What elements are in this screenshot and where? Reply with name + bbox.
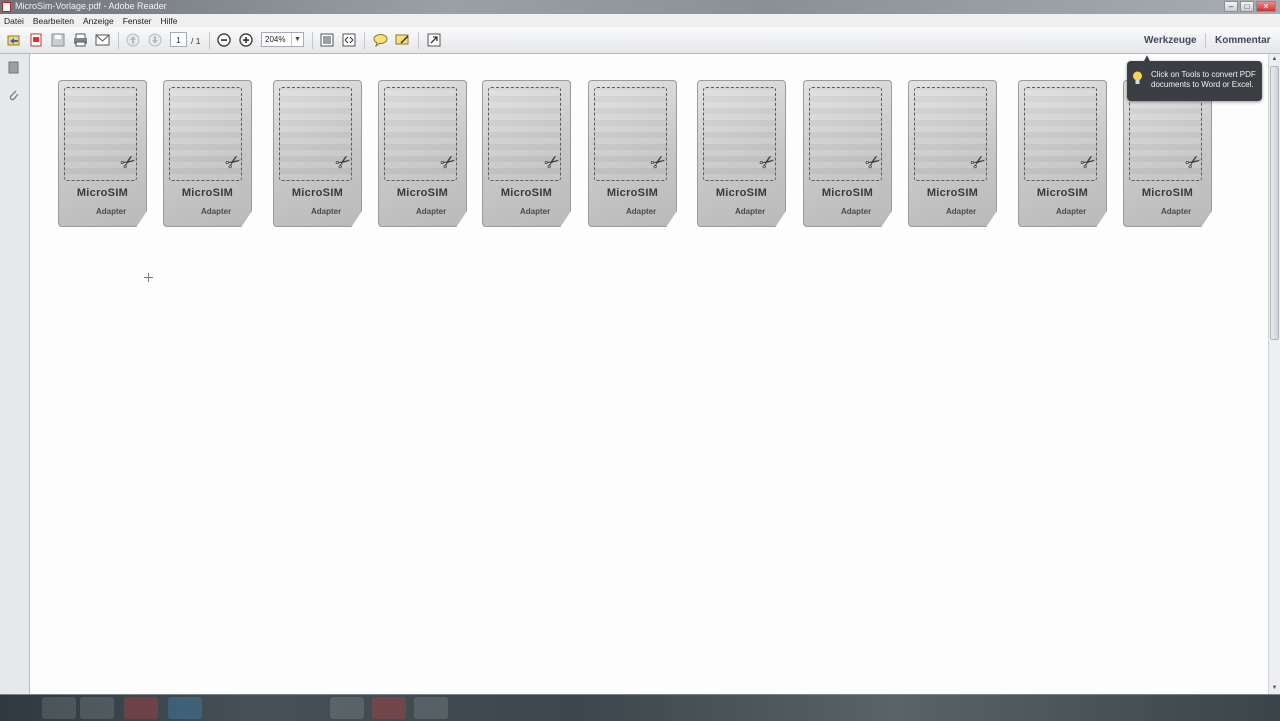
adobe-reader-icon bbox=[2, 2, 11, 12]
scroll-thumb[interactable] bbox=[1270, 66, 1279, 340]
chevron-down-icon[interactable]: ▼ bbox=[291, 33, 303, 46]
microsim-adapter-card: ✂ MicroSIM Adapter bbox=[1018, 80, 1107, 227]
sim-card-subtitle: Adapter bbox=[626, 207, 657, 216]
menu-help[interactable]: Hilfe bbox=[157, 16, 183, 26]
page-thumbnails-icon[interactable] bbox=[7, 60, 20, 74]
sim-card-title: MicroSIM bbox=[821, 187, 874, 199]
attachments-icon[interactable] bbox=[7, 88, 20, 102]
menu-edit[interactable]: Bearbeiten bbox=[29, 16, 79, 26]
microsim-adapter-card: ✂ MicroSIM Adapter bbox=[378, 80, 467, 227]
toolbar-separator bbox=[364, 32, 365, 49]
microsim-adapter-card: ✂ MicroSIM Adapter bbox=[1123, 80, 1212, 227]
microsim-adapter-card: ✂ MicroSIM Adapter bbox=[482, 80, 571, 227]
sim-card-title: MicroSIM bbox=[76, 187, 129, 199]
tooltip-text: Click on Tools to convert PDF documents … bbox=[1151, 70, 1256, 89]
window-controls: – □ ✕ bbox=[1224, 1, 1276, 12]
microsim-adapter-card: ✂ MicroSIM Adapter bbox=[273, 80, 362, 227]
sim-card-subtitle: Adapter bbox=[416, 207, 447, 216]
sim-card-title: MicroSIM bbox=[1036, 187, 1089, 199]
microsim-adapter-card: ✂ MicroSIM Adapter bbox=[588, 80, 677, 227]
comment-note-icon[interactable] bbox=[372, 32, 388, 48]
save-icon[interactable] bbox=[50, 32, 66, 48]
vertical-scrollbar[interactable]: ▲ ▼ bbox=[1268, 54, 1280, 694]
open-file-icon[interactable] bbox=[6, 32, 22, 48]
sim-card-subtitle: Adapter bbox=[520, 207, 551, 216]
taskbar-button[interactable] bbox=[372, 697, 406, 719]
toolbar-separator bbox=[418, 32, 419, 49]
previous-page-icon[interactable] bbox=[125, 32, 141, 48]
toolbar-separator bbox=[209, 32, 210, 49]
sim-card-subtitle: Adapter bbox=[946, 207, 977, 216]
create-pdf-icon[interactable] bbox=[28, 32, 44, 48]
maximize-button[interactable]: □ bbox=[1240, 1, 1254, 12]
main-toolbar: 1 / 1 204% ▼ Werkzeuge Kommentar bbox=[0, 27, 1280, 54]
taskbar-button[interactable] bbox=[124, 697, 158, 719]
menu-file[interactable]: Datei bbox=[0, 16, 29, 26]
zoom-select[interactable]: 204% ▼ bbox=[261, 32, 304, 47]
sim-card-title: MicroSIM bbox=[606, 187, 659, 199]
window-title: MicroSim-Vorlage.pdf - Adobe Reader bbox=[15, 1, 167, 11]
taskbar-button[interactable] bbox=[42, 697, 76, 719]
sim-card-subtitle: Adapter bbox=[1056, 207, 1087, 216]
print-icon[interactable] bbox=[72, 32, 88, 48]
navigation-panel bbox=[0, 54, 30, 694]
toolbar-separator bbox=[118, 32, 119, 49]
microsim-adapter-card: ✂ MicroSIM Adapter bbox=[908, 80, 997, 227]
comment-pane-button[interactable]: Kommentar bbox=[1215, 35, 1271, 46]
page-total: / 1 bbox=[191, 36, 201, 46]
menu-window[interactable]: Fenster bbox=[119, 16, 157, 26]
window-title-bar: MicroSim-Vorlage.pdf - Adobe Reader – □ … bbox=[0, 0, 1280, 14]
taskbar-button[interactable] bbox=[330, 697, 364, 719]
highlight-icon[interactable] bbox=[394, 32, 410, 48]
os-taskbar bbox=[0, 694, 1280, 721]
menu-bar: Datei Bearbeiten Anzeige Fenster Hilfe bbox=[0, 14, 1280, 27]
page-number-input[interactable]: 1 bbox=[170, 32, 187, 47]
sim-card-title: MicroSIM bbox=[500, 187, 553, 199]
sim-card-title: MicroSIM bbox=[926, 187, 979, 199]
microsim-adapter-card: ✂ MicroSIM Adapter bbox=[163, 80, 252, 227]
next-page-icon[interactable] bbox=[147, 32, 163, 48]
sim-card-title: MicroSIM bbox=[181, 187, 234, 199]
toolbar-separator bbox=[1205, 33, 1206, 48]
menu-view[interactable]: Anzeige bbox=[79, 16, 119, 26]
sim-card-subtitle: Adapter bbox=[841, 207, 872, 216]
toolbar-separator bbox=[312, 32, 313, 49]
microsim-adapter-card: ✂ MicroSIM Adapter bbox=[803, 80, 892, 227]
expand-icon[interactable] bbox=[426, 32, 442, 48]
zoom-in-icon[interactable] bbox=[238, 32, 254, 48]
email-icon[interactable] bbox=[94, 32, 110, 48]
zoom-value: 204% bbox=[265, 35, 286, 44]
lightbulb-icon bbox=[1132, 71, 1143, 86]
sim-card-title: MicroSIM bbox=[1141, 187, 1194, 199]
sim-card-title: MicroSIM bbox=[396, 187, 449, 199]
sim-card-subtitle: Adapter bbox=[1161, 207, 1192, 216]
sim-card-title: MicroSIM bbox=[715, 187, 768, 199]
sim-card-title: MicroSIM bbox=[291, 187, 344, 199]
sim-card-subtitle: Adapter bbox=[96, 207, 127, 216]
tools-tooltip[interactable]: Click on Tools to convert PDF documents … bbox=[1127, 61, 1262, 101]
microsim-adapter-card: ✂ MicroSIM Adapter bbox=[58, 80, 147, 227]
taskbar-button[interactable] bbox=[414, 697, 448, 719]
taskbar-button[interactable] bbox=[168, 697, 202, 719]
sim-card-subtitle: Adapter bbox=[311, 207, 342, 216]
fit-width-icon[interactable] bbox=[341, 32, 357, 48]
tools-pane-button[interactable]: Werkzeuge bbox=[1144, 35, 1197, 46]
microsim-adapter-card: ✂ MicroSIM Adapter bbox=[697, 80, 786, 227]
minimize-button[interactable]: – bbox=[1224, 1, 1238, 12]
close-button[interactable]: ✕ bbox=[1256, 1, 1276, 12]
taskbar-button[interactable] bbox=[80, 697, 114, 719]
scroll-down-icon[interactable]: ▼ bbox=[1269, 683, 1280, 694]
fit-page-icon[interactable] bbox=[319, 32, 335, 48]
crosshair-cursor-icon bbox=[144, 269, 153, 282]
zoom-out-icon[interactable] bbox=[216, 32, 232, 48]
scroll-up-icon[interactable]: ▲ bbox=[1269, 54, 1280, 65]
sim-card-subtitle: Adapter bbox=[735, 207, 766, 216]
sim-card-subtitle: Adapter bbox=[201, 207, 232, 216]
